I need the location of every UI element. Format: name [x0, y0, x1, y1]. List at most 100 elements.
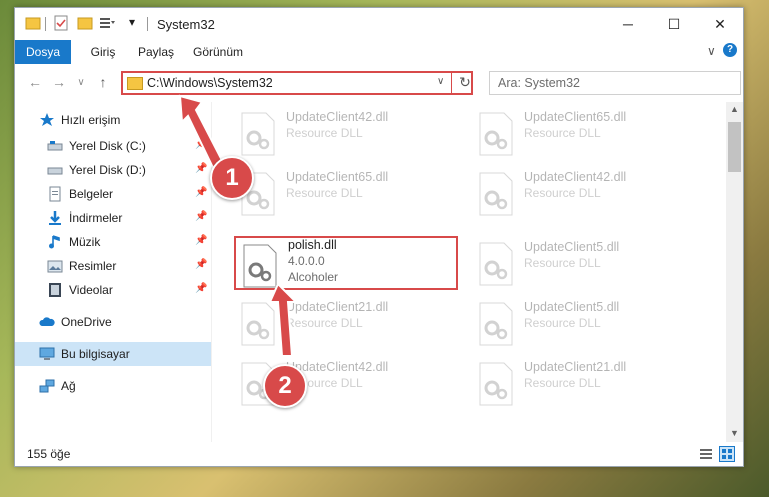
forward-button[interactable]: →	[51, 74, 67, 90]
search-placeholder: Ara: System32	[498, 76, 580, 90]
tab-gorunum[interactable]: Görünüm	[187, 40, 249, 64]
scroll-up-icon[interactable]: ▲	[730, 104, 739, 114]
file-description: Resource DLL	[524, 316, 601, 330]
file-item[interactable]: UpdateClient65.dll Resource DLL	[472, 106, 696, 160]
sidebar-item-pictures[interactable]: Resimler 📌	[15, 254, 211, 278]
tab-paylas[interactable]: Paylaş	[129, 40, 183, 64]
vertical-scrollbar[interactable]: ▲ ▼	[726, 102, 743, 442]
ribbon-expand-icon[interactable]: ∨	[707, 44, 716, 58]
file-description: Resource DLL	[524, 186, 601, 200]
sidebar-item-label: Resimler	[69, 259, 117, 273]
file-description: Resource DLL	[524, 126, 601, 140]
back-button[interactable]: ←	[27, 74, 43, 90]
sidebar-item-downloads[interactable]: İndirmeler 📌	[15, 206, 211, 230]
file-item[interactable]: UpdateClient5.dll Resource DLL	[472, 296, 696, 350]
sidebar-item-this-pc[interactable]: Bu bilgisayar	[15, 342, 211, 366]
annotation-arrow-2	[268, 282, 299, 357]
folder-icon	[127, 77, 143, 90]
sidebar-item-network[interactable]: Ağ	[15, 374, 211, 398]
dll-file-icon	[479, 112, 513, 156]
window-title: System32	[157, 17, 215, 32]
sidebar-item-label: Bu bilgisayar	[61, 347, 130, 361]
sidebar-item-label: Belgeler	[69, 187, 114, 201]
dll-file-icon	[479, 242, 513, 286]
address-dropdown-icon[interactable]: ∨	[437, 76, 444, 87]
network-icon	[39, 379, 55, 393]
minimize-button[interactable]: ─	[605, 8, 651, 40]
folder-icon	[25, 17, 41, 30]
video-icon	[49, 283, 61, 297]
file-description: Resource DLL	[524, 376, 601, 390]
computer-icon	[39, 347, 55, 360]
new-folder-icon[interactable]	[77, 15, 93, 31]
title-separator	[45, 17, 46, 31]
file-item[interactable]: UpdateClient42.dll Resource DLL	[472, 166, 696, 220]
file-description: Resource DLL	[524, 256, 601, 270]
sidebar-item-music[interactable]: Müzik 📌	[15, 230, 211, 254]
file-description: Resource DLL	[286, 126, 363, 140]
pin-icon: 📌	[195, 283, 208, 294]
sidebar-item-label: Ağ	[61, 379, 76, 393]
refresh-button[interactable]: ↻	[457, 74, 473, 92]
help-icon[interactable]: ?	[723, 43, 737, 57]
title-bar: ▾ System32 ─ ☐ ✕	[15, 8, 743, 40]
details-view-icon[interactable]	[699, 447, 713, 461]
cloud-icon	[39, 317, 55, 326]
file-name: UpdateClient42.dll	[524, 170, 627, 184]
dll-file-icon	[479, 172, 513, 216]
customize-icon[interactable]	[99, 15, 115, 31]
file-description: Resource DLL	[286, 186, 363, 200]
star-icon	[40, 113, 54, 126]
file-name: UpdateClient65.dll	[524, 110, 627, 124]
scrollbar-thumb[interactable]	[728, 122, 741, 172]
drive-icon	[47, 141, 63, 151]
drive-icon	[47, 167, 63, 175]
quick-access-dropdown-icon[interactable]: ▾	[129, 15, 135, 29]
pictures-icon	[47, 260, 63, 273]
navigation-bar: ← → ∨ ↑ C:\Windows\System32 ∨ ↻ Ara: Sys…	[15, 64, 743, 102]
pin-icon: 📌	[195, 187, 208, 198]
recent-locations-button[interactable]: ∨	[73, 74, 89, 90]
sidebar-item-label: Videolar	[69, 283, 113, 297]
step-badge-1: 1	[210, 156, 254, 200]
address-bar[interactable]: C:\Windows\System32 ∨ ↻	[121, 71, 473, 95]
close-button[interactable]: ✕	[697, 8, 743, 40]
sidebar-item-label: Hızlı erişim	[61, 113, 121, 127]
up-button[interactable]: ↑	[95, 74, 111, 90]
explorer-window: ▾ System32 ─ ☐ ✕ Dosya Giriş Paylaş Görü…	[14, 7, 744, 467]
download-icon	[49, 211, 61, 225]
status-bar: 155 öğe	[15, 442, 743, 466]
large-icons-view-icon[interactable]	[719, 446, 735, 462]
search-box[interactable]: Ara: System32	[489, 71, 741, 95]
music-icon	[49, 235, 60, 249]
file-name: UpdateClient5.dll	[524, 240, 620, 254]
file-version: 4.0.0.0	[288, 254, 325, 268]
file-name: UpdateClient42.dll	[286, 110, 389, 124]
file-name: polish.dll	[288, 238, 337, 252]
sidebar-item-documents[interactable]: Belgeler 📌	[15, 182, 211, 206]
pin-icon: 📌	[195, 211, 208, 222]
properties-icon[interactable]	[53, 15, 69, 31]
file-name: UpdateClient21.dll	[524, 360, 627, 374]
file-name: UpdateClient65.dll	[286, 170, 389, 184]
tab-dosya[interactable]: Dosya	[15, 40, 71, 64]
sidebar-item-label: İndirmeler	[69, 211, 123, 225]
sidebar-item-onedrive[interactable]: OneDrive	[15, 310, 211, 334]
address-path: C:\Windows\System32	[147, 76, 273, 90]
address-separator	[451, 73, 452, 93]
file-item[interactable]: UpdateClient65.dll Resource DLL	[234, 166, 458, 220]
file-item[interactable]: UpdateClient5.dll Resource DLL	[472, 236, 696, 290]
tab-giris[interactable]: Giriş	[79, 40, 127, 64]
sidebar-item-label: Yerel Disk (D:)	[69, 163, 146, 177]
scroll-down-icon[interactable]: ▼	[730, 428, 739, 438]
maximize-button[interactable]: ☐	[651, 8, 697, 40]
file-item[interactable]: UpdateClient42.dll Resource DLL	[234, 106, 458, 160]
sidebar-item-label: Yerel Disk (C:)	[69, 139, 146, 153]
dll-file-icon	[241, 112, 275, 156]
ribbon-tabs: Dosya Giriş Paylaş Görünüm ∨ ?	[15, 40, 743, 64]
sidebar-item-videos[interactable]: Videolar 📌	[15, 278, 211, 302]
file-item[interactable]: UpdateClient21.dll Resource DLL	[472, 356, 696, 410]
pin-icon: 📌	[195, 259, 208, 270]
dll-file-icon	[479, 362, 513, 406]
documents-icon	[49, 186, 61, 202]
